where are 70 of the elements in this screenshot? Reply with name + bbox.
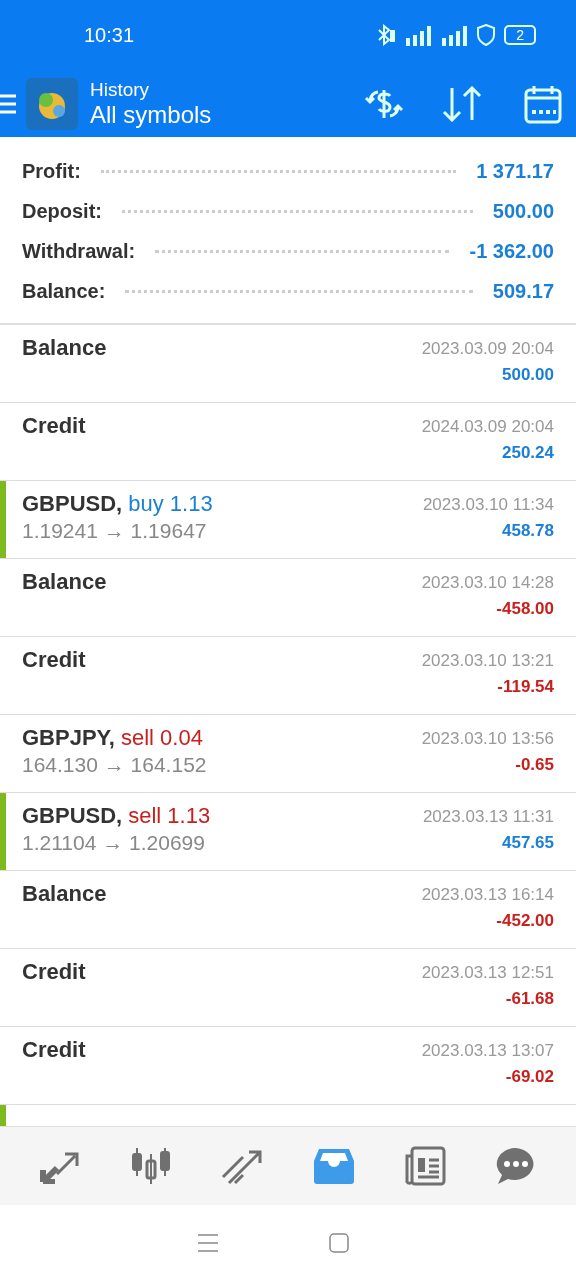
operation-row[interactable]: Balance 2023.03.10 14:28 -458.00	[0, 559, 576, 637]
screen-title: History	[90, 78, 151, 101]
signal-icon	[404, 24, 433, 46]
app-logo-icon	[26, 77, 78, 130]
inbox-tray-icon	[312, 1147, 355, 1185]
operation-type: Credit	[22, 413, 87, 439]
summary-value: 509.17	[492, 279, 554, 303]
operation-row[interactable]: Credit 2024.03.09 20:04 250.24	[0, 403, 576, 481]
summary-label: Withdrawal:	[22, 239, 136, 263]
trade-symbol: GBPUSD,	[22, 803, 123, 829]
operation-type: Credit	[22, 647, 87, 673]
row-date: 2024.03.09 20:04	[421, 417, 554, 437]
operation-row[interactable]: Credit 2023.03.13 13:07 -69.02	[0, 1027, 576, 1105]
trade-prices: 164.130 → 164.152	[22, 753, 208, 777]
row-amount: 250.24	[502, 443, 554, 463]
operation-type: Balance	[22, 569, 108, 595]
summary-value: 500.00	[492, 199, 554, 223]
row-date: 2023.03.10 13:56	[421, 729, 554, 749]
row-date: 2023.03.09 20:04	[421, 339, 554, 359]
signal-icon	[440, 24, 469, 46]
battery-indicator: 2	[504, 25, 536, 45]
row-amount: 457.65	[502, 833, 554, 853]
menu-icon[interactable]	[197, 1231, 219, 1254]
row-date: 2023.03.13 12:51	[421, 963, 554, 983]
row-date: 2023.03.10 11:34	[422, 495, 554, 515]
row-amount: -0.65	[515, 755, 554, 775]
row-date: 2023.03.10 14:28	[421, 573, 554, 593]
operation-type: Balance	[22, 881, 108, 907]
trade-row[interactable]: GBPUSD, sell 1.13 1.21104 → 1.20699 2023.03.13 11:31 457.65	[0, 793, 576, 871]
operation-type: Balance	[22, 335, 108, 361]
status-time: 10:31	[84, 23, 136, 47]
summary-label: Balance:	[22, 279, 106, 303]
operation-row[interactable]: Credit 2023.03.13 12:51 -61.68	[0, 949, 576, 1027]
newspaper-icon	[403, 1146, 446, 1186]
row-amount: -452.00	[496, 911, 554, 931]
trade-prices: 1.21104 → 1.20699	[22, 831, 206, 855]
home-square-icon[interactable]	[329, 1232, 349, 1253]
row-date: 2023.03.10 13:21	[421, 651, 554, 671]
trade-symbol: GBPJPY,	[22, 725, 115, 751]
trade-row[interactable]: GBPJPY, sell 0.04 164.130 → 164.152 2023.03.10 13:56 -0.65	[0, 715, 576, 793]
operation-type: Credit	[22, 1037, 87, 1063]
row-date: 2023.03.13 11:31	[422, 807, 554, 827]
trade-prices: 1.19241 → 1.19647	[22, 519, 208, 543]
row-amount: -61.68	[505, 989, 554, 1009]
row-amount: -69.02	[505, 1067, 554, 1087]
row-date: 2023.03.13 16:14	[421, 885, 554, 905]
row-amount: 458.78	[502, 521, 554, 541]
bluetooth-icon	[376, 24, 397, 46]
screen-subtitle[interactable]: All symbols	[90, 100, 362, 129]
operation-row[interactable]: Credit 2023.03.10 13:21 -119.54	[0, 637, 576, 715]
summary-value: 1 371.17	[476, 159, 554, 183]
shield-icon	[476, 24, 497, 46]
summary-value: -1 362.00	[469, 239, 554, 263]
row-date: 2023.03.13 13:07	[421, 1041, 554, 1061]
calendar-icon[interactable]	[524, 83, 562, 124]
row-amount: 500.00	[502, 365, 554, 385]
row-amount: -119.54	[497, 677, 554, 697]
trade-side: buy 1.13	[128, 491, 213, 517]
row-amount: -458.00	[496, 599, 554, 619]
summary-label: Profit:	[22, 159, 81, 183]
trade-symbol: GBPUSD,	[22, 491, 123, 517]
trade-side: sell 1.13	[128, 803, 211, 829]
trade-side: sell 0.04	[120, 725, 203, 751]
candlesticks-icon	[130, 1146, 172, 1186]
trade-row[interactable]: GBPUSD, buy 1.13 1.19241 → 1.19647 2023.03.10 11:34 458.78	[0, 481, 576, 559]
operation-row[interactable]: Balance 2023.03.13 16:14 -452.00	[0, 871, 576, 949]
operation-row[interactable]: Balance 2023.03.09 20:04 500.00	[0, 325, 576, 403]
sort-arrows-icon[interactable]	[442, 85, 482, 122]
operation-type: Credit	[22, 959, 87, 985]
summary-label: Deposit:	[22, 199, 102, 223]
